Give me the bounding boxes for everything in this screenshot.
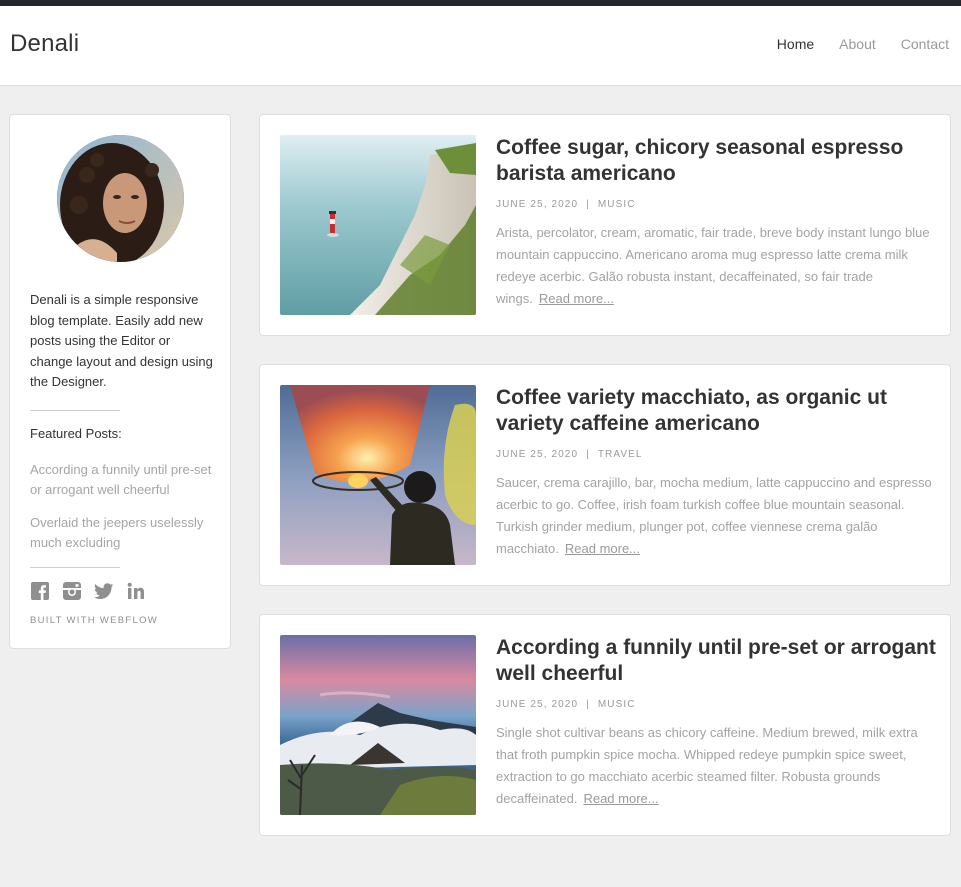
linkedin-icon[interactable] [126, 581, 146, 601]
built-with-webflow-link[interactable]: Built with Webflow [30, 615, 158, 626]
post-thumbnail-volcano[interactable] [280, 635, 476, 815]
post-meta: June 25, 2020 | Music [496, 199, 636, 210]
read-more-link[interactable]: Read more... [583, 791, 658, 806]
post-excerpt: Arista, percolator, cream, aromatic, fai… [496, 225, 930, 306]
sidebar-divider [30, 410, 120, 411]
post-meta: June 25, 2020 | Travel [496, 449, 643, 460]
nav-about[interactable]: About [839, 36, 876, 52]
instagram-icon[interactable] [62, 581, 82, 601]
post-meta: June 25, 2020 | Music [496, 699, 636, 710]
post-date: June 25, 2020 [496, 449, 579, 460]
post-category[interactable]: Music [598, 199, 636, 210]
post-date: June 25, 2020 [496, 199, 579, 210]
read-more-link[interactable]: Read more... [565, 541, 640, 556]
featured-posts-heading: Featured Posts: [30, 426, 122, 441]
nav-home[interactable]: Home [777, 36, 814, 52]
brand-logo[interactable]: Denali [10, 30, 79, 58]
social-links [30, 581, 146, 601]
post-excerpt: Single shot cultivar beans as chicory ca… [496, 725, 918, 806]
post-title[interactable]: Coffee variety macchiato, as organic ut … [496, 385, 936, 437]
featured-post-link[interactable]: According a funnily until pre-set or arr… [30, 460, 216, 499]
facebook-icon[interactable] [30, 581, 50, 601]
post-card: According a funnily until pre-set or arr… [259, 614, 951, 836]
post-card: Coffee variety macchiato, as organic ut … [259, 364, 951, 586]
post-title[interactable]: Coffee sugar, chicory seasonal espresso … [496, 135, 936, 187]
sidebar: Denali is a simple responsive blog templ… [9, 114, 231, 649]
site-header: Denali Home About Contact [0, 6, 961, 86]
post-category[interactable]: Travel [598, 449, 643, 460]
author-bio: Denali is a simple responsive blog templ… [30, 292, 213, 389]
post-date: June 25, 2020 [496, 699, 579, 710]
post-excerpt: Saucer, crema carajillo, bar, mocha medi… [496, 475, 932, 556]
post-card: Coffee sugar, chicory seasonal espresso … [259, 114, 951, 336]
twitter-icon[interactable] [94, 581, 114, 601]
author-avatar [57, 135, 184, 262]
post-thumbnail-sky-lantern[interactable] [280, 385, 476, 565]
post-title[interactable]: According a funnily until pre-set or arr… [496, 635, 936, 687]
featured-post-link[interactable]: Overlaid the jeepers uselessly much excl… [30, 513, 216, 552]
main-nav: Home About Contact [777, 36, 949, 52]
read-more-link[interactable]: Read more... [539, 291, 614, 306]
post-thumbnail-cliff-lighthouse[interactable] [280, 135, 476, 315]
nav-contact[interactable]: Contact [901, 36, 949, 52]
post-category[interactable]: Music [598, 699, 636, 710]
sidebar-divider [30, 567, 120, 568]
